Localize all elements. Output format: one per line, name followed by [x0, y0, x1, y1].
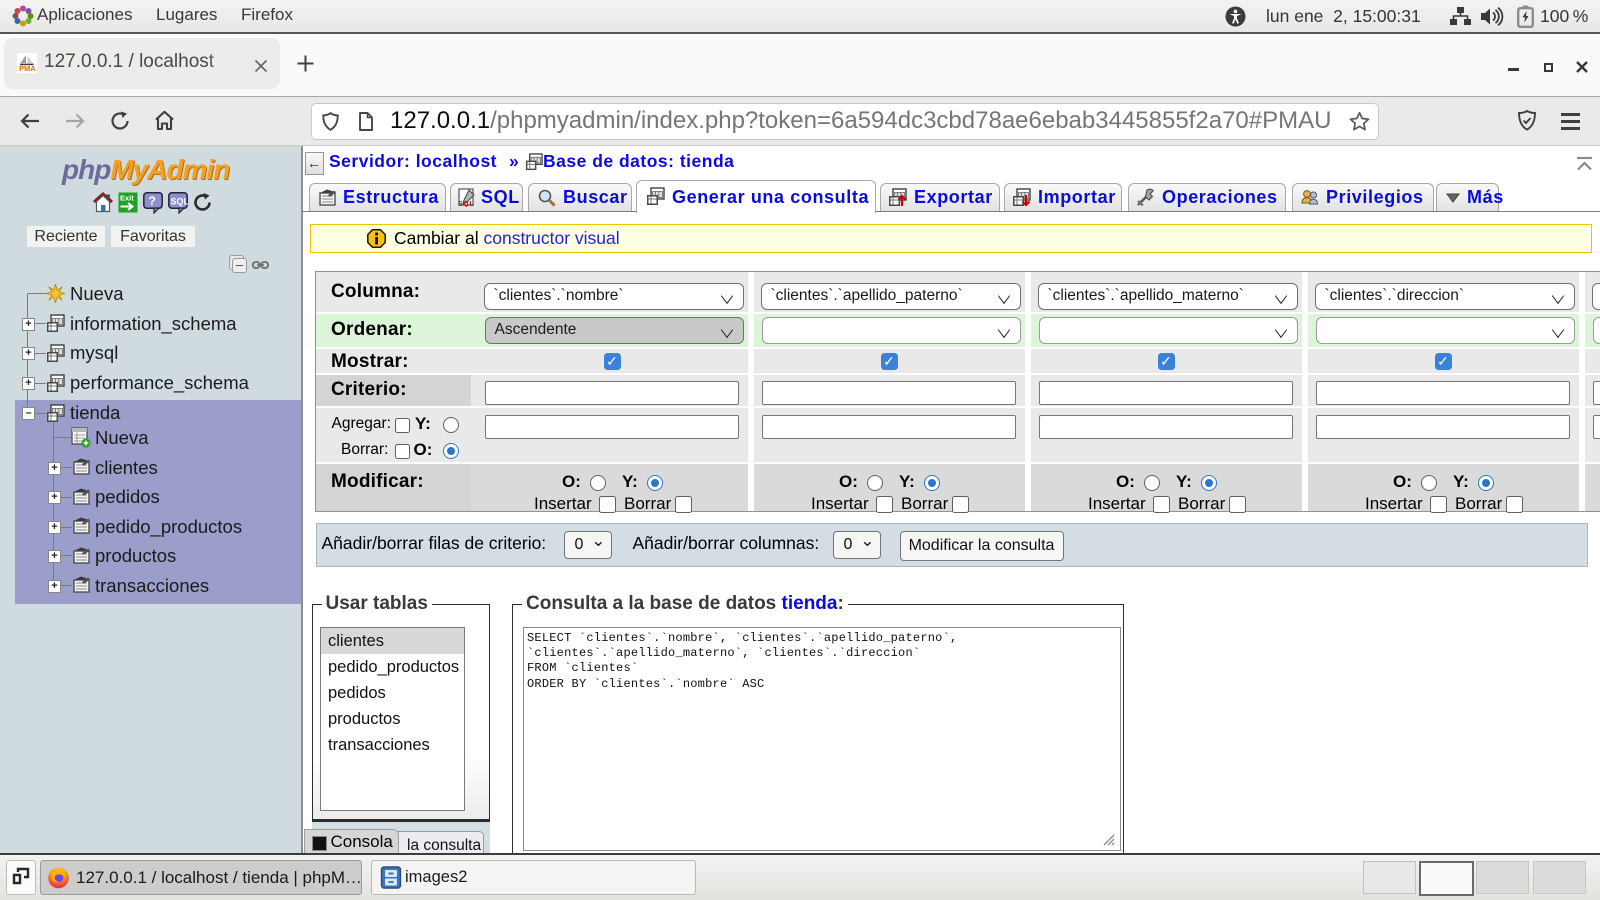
svg-text:SQL: SQL: [458, 201, 474, 207]
svg-text:SQL: SQL: [171, 197, 189, 207]
svg-text:PMA: PMA: [19, 64, 36, 73]
svg-text:Exit: Exit: [120, 194, 134, 203]
svg-text:?: ?: [149, 194, 156, 208]
